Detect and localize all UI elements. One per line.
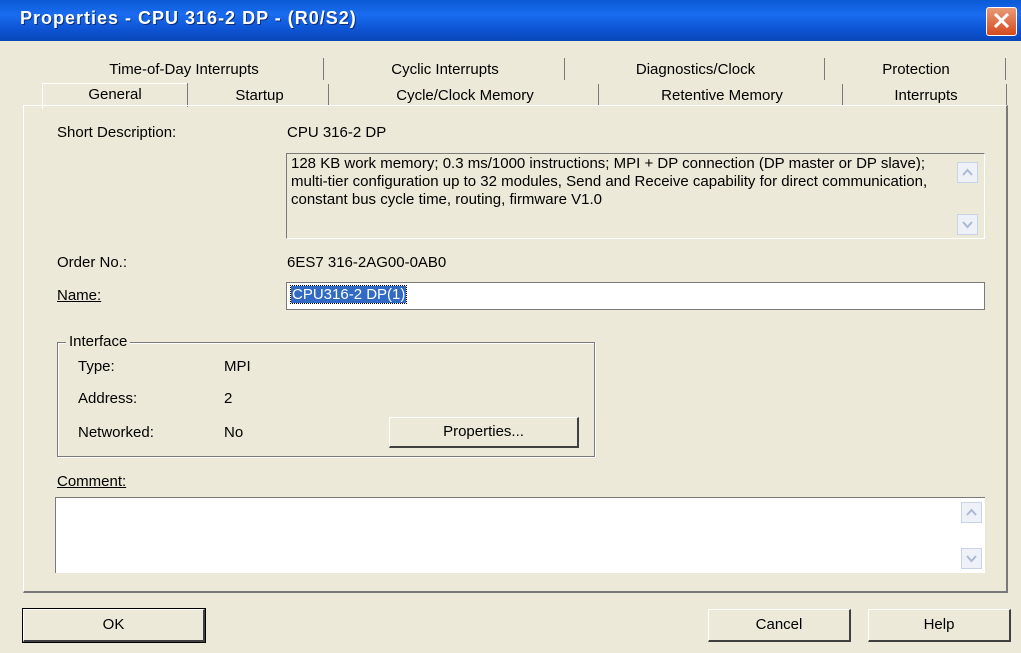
comment-scroll-up-button[interactable] [961,502,982,523]
name-input[interactable]: CPU316-2 DP(1) [286,282,985,310]
description-box[interactable]: 128 KB work memory; 0.3 ms/1000 instruct… [286,153,985,239]
tab-startup[interactable]: Startup [191,85,328,107]
help-button[interactable]: Help [868,609,1011,642]
order-no-value: 6ES7 316-2AG00-0AB0 [287,254,447,271]
window-title: Properties - CPU 316-2 DP - (R0/S2) [20,8,357,28]
close-icon [993,13,1010,28]
interface-address-label: Address: [78,390,138,407]
tab-divider [564,58,565,80]
scroll-down-icon [966,555,977,563]
interface-type-label: Type: [78,358,115,375]
interface-address-value: 2 [224,390,233,407]
title-bar[interactable]: Properties - CPU 316-2 DP - (R0/S2) [0,0,1021,41]
interface-type-value: MPI [224,358,251,375]
interface-networked-value: No [224,424,244,441]
ok-button[interactable]: OK [22,608,206,643]
tab-divider [824,58,825,80]
name-value-selected: CPU316-2 DP(1) [289,285,408,304]
interface-networked-label: Networked: [78,424,154,441]
tab-divider [323,58,324,80]
name-label: Name: [57,287,102,304]
comment-textarea[interactable] [55,497,985,573]
scroll-up-icon [966,508,977,516]
short-description-label: Short Description: [57,124,177,141]
tab-divider [1006,84,1007,106]
close-button[interactable] [986,7,1017,36]
cancel-button[interactable]: Cancel [708,609,851,642]
scroll-down-icon [962,221,973,229]
scroll-up-icon [962,168,973,176]
description-text: 128 KB work memory; 0.3 ms/1000 instruct… [291,155,928,208]
scroll-up-button[interactable] [957,162,978,183]
tab-divider [328,84,329,106]
comment-label: Comment: [57,473,127,490]
tab-divider [1005,58,1006,80]
short-description-value: CPU 316-2 DP [287,124,387,141]
tab-cyclic-interrupts[interactable]: Cyclic Interrupts [326,59,564,81]
properties-dialog: Properties - CPU 316-2 DP - (R0/S2) Time… [0,0,1021,653]
interface-legend: Interface [66,333,131,350]
tab-time-of-day-interrupts[interactable]: Time-of-Day Interrupts [45,59,323,81]
tab-interrupts[interactable]: Interrupts [846,85,1006,107]
tab-cycle-clock-memory[interactable]: Cycle/Clock Memory [332,85,598,107]
tab-diagnostics-clock[interactable]: Diagnostics/Clock [567,59,824,81]
tab-retentive-memory[interactable]: Retentive Memory [602,85,842,107]
tab-protection[interactable]: Protection [827,59,1005,81]
tab-divider [842,84,843,106]
interface-properties-button[interactable]: Properties... [389,417,579,448]
comment-scroll-down-button[interactable] [961,548,982,569]
scroll-down-button[interactable] [957,214,978,235]
tab-divider [598,84,599,106]
tab-divider [187,83,188,107]
order-no-label: Order No.: [57,254,128,271]
